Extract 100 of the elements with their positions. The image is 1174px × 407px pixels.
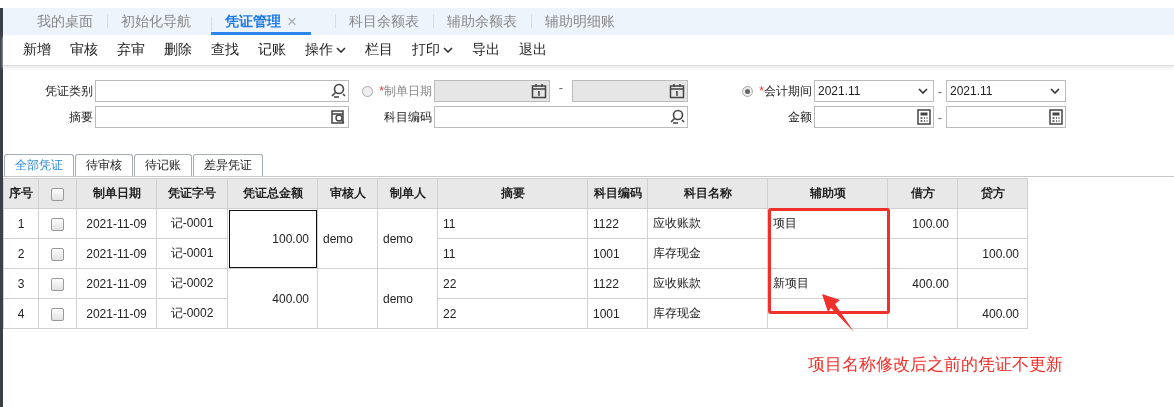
table-cell: 2021-11-09 (76, 238, 157, 269)
row-checkbox[interactable] (51, 307, 64, 321)
table-cell: 应收账款 (647, 208, 768, 239)
calculator-icon[interactable] (917, 109, 931, 125)
column-header: 凭证字号 (156, 178, 228, 209)
table-cell: 2 (3, 238, 39, 269)
column-header: 贷方 (957, 178, 1028, 209)
range-separator: - (936, 83, 944, 99)
table-cell (887, 238, 958, 269)
field-label: *会计期间 (759, 82, 812, 100)
toolbar-button[interactable]: 记账 (248, 41, 295, 59)
table-cell: 100.00 (887, 208, 958, 239)
column-header: 辅助项 (767, 178, 888, 209)
row-checkbox[interactable] (51, 277, 64, 291)
table-cell: demo (377, 268, 438, 329)
menu-button[interactable]: 打印 (402, 41, 462, 59)
toolbar-button[interactable]: 栏目 (355, 41, 402, 59)
table-cell: 记-0002 (156, 268, 228, 299)
field-label: *制单日期 (379, 82, 432, 100)
dropdown-field[interactable]: 2021.11 (814, 80, 934, 102)
input-field[interactable] (434, 106, 688, 128)
table-cell: 1001 (587, 298, 648, 329)
search-icon[interactable] (669, 109, 685, 125)
filter-tab[interactable]: 差异凭证 (193, 154, 263, 176)
radio-button[interactable] (742, 85, 754, 97)
column-header: 摘要 (437, 178, 588, 209)
table-cell: demo (377, 208, 438, 269)
table-cell: 400.00 (887, 268, 958, 299)
select-all-checkbox[interactable] (51, 187, 64, 201)
toolbar-button[interactable]: 查找 (201, 41, 248, 59)
table-cell: 1122 (587, 208, 648, 239)
menu-button[interactable]: 操作 (295, 41, 355, 59)
caret-icon (1050, 88, 1060, 94)
table-cell[interactable]: 100.00 (227, 208, 318, 269)
table-cell: 2021-11-09 (76, 268, 157, 299)
filter-tab[interactable]: 待记账 (134, 154, 192, 176)
range-separator: - (936, 109, 944, 125)
table-cell (317, 268, 378, 329)
table-cell: 1001 (587, 238, 648, 269)
column-header: 制单日期 (76, 178, 157, 209)
table-cell: 11 (437, 238, 588, 269)
toolbar-button[interactable]: 审核 (60, 41, 107, 59)
page-tab[interactable]: 凭证管理 × (211, 11, 311, 35)
field-label: 金额 (787, 108, 813, 126)
input-field[interactable] (572, 80, 688, 102)
toolbar-button[interactable]: 删除 (154, 41, 201, 59)
preview-icon[interactable] (330, 109, 346, 125)
toolbar-button[interactable]: 新增 (13, 41, 60, 59)
caret-icon (918, 88, 928, 94)
input-field[interactable] (946, 106, 1066, 128)
filter-tab[interactable]: 全部凭证 (4, 154, 74, 176)
dropdown-field[interactable]: 2021.11 (946, 80, 1066, 102)
table-cell: 4 (3, 298, 39, 329)
table-cell: demo (317, 208, 378, 269)
table-cell (887, 298, 958, 329)
row-checkbox[interactable] (51, 217, 64, 231)
table-cell: 2021-11-09 (76, 298, 157, 329)
table-cell: 1122 (587, 268, 648, 299)
column-header: 制单人 (377, 178, 438, 209)
table-cell: 11 (437, 208, 588, 239)
toolbar-button[interactable]: 弃审 (107, 41, 154, 59)
table-cell (957, 268, 1028, 299)
table-cell: 应收账款 (647, 268, 768, 299)
input-field[interactable] (95, 80, 349, 102)
field-label: 摘要 (68, 108, 94, 126)
toolbar-button[interactable]: 导出 (462, 41, 509, 59)
table-cell (957, 208, 1028, 239)
table-cell: 3 (3, 268, 39, 299)
column-header: 借方 (887, 178, 958, 209)
caret-icon (336, 47, 346, 53)
column-header: 序号 (3, 178, 39, 209)
caret-icon (443, 47, 453, 53)
radio-button[interactable] (362, 85, 374, 97)
table-cell: 1 (3, 208, 39, 239)
field-label: 凭证类别 (44, 82, 94, 100)
column-header: 凭证总金额 (227, 178, 318, 209)
calendar-icon[interactable] (531, 83, 547, 99)
input-field[interactable] (95, 106, 349, 128)
table-cell: 2021-11-09 (76, 208, 157, 239)
input-field[interactable] (434, 80, 550, 102)
table-cell: 22 (437, 298, 588, 329)
calendar-icon[interactable] (669, 83, 685, 99)
table-cell: 记-0001 (156, 208, 228, 239)
row-checkbox[interactable] (51, 247, 64, 261)
input-field[interactable] (814, 106, 934, 128)
calculator-icon[interactable] (1049, 109, 1063, 125)
field-label: 科目编码 (383, 108, 433, 126)
filter-tab[interactable]: 待审核 (75, 154, 133, 176)
table-cell: 库存现金 (647, 238, 768, 269)
table-cell: 库存现金 (647, 298, 768, 329)
table-cell: 400.00 (957, 298, 1028, 329)
table-cell[interactable]: 400.00 (227, 268, 318, 329)
range-separator: - (557, 80, 565, 97)
toolbar-button[interactable]: 退出 (509, 41, 556, 59)
search-icon[interactable] (330, 83, 346, 99)
table-cell: 22 (437, 268, 588, 299)
column-header: 科目编码 (587, 178, 648, 209)
column-header: 科目名称 (647, 178, 768, 209)
annotation-text: 项目名称修改后之前的凭证不更新 (808, 354, 1063, 376)
table-cell: 100.00 (957, 238, 1028, 269)
